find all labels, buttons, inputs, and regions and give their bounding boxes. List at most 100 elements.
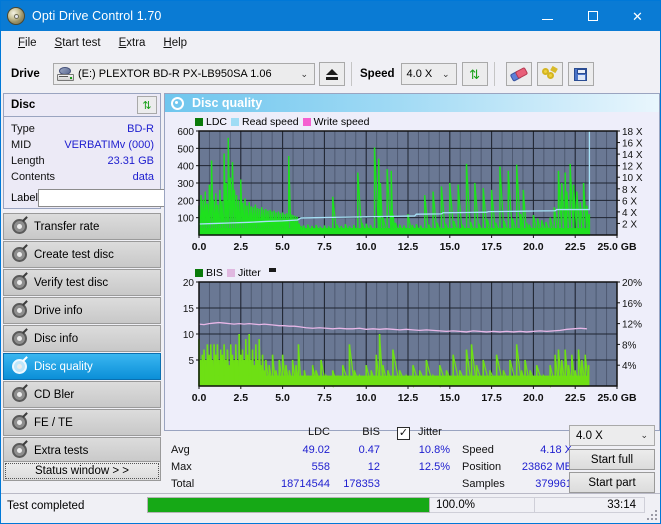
stats-bis-max: 12 bbox=[367, 461, 380, 473]
sidebar-item-label: Extra tests bbox=[34, 444, 89, 457]
legend-label-ldc: LDC bbox=[206, 115, 228, 128]
disc-contents-label: Contents bbox=[11, 171, 56, 183]
stats-samples-value: 379961 bbox=[535, 478, 572, 490]
disc-panel-title: Disc bbox=[11, 99, 36, 111]
sidebar-item-extra-tests[interactable]: Extra tests bbox=[3, 437, 161, 464]
save-button[interactable] bbox=[567, 62, 594, 86]
eject-button[interactable] bbox=[319, 62, 345, 86]
svg-text:20.0: 20.0 bbox=[523, 392, 544, 404]
svg-text:4%: 4% bbox=[622, 361, 637, 372]
disc-quality-ldc-chart: 100 200 300 400 500 600 2 X4 X6 X8 X10 X12 X14… bbox=[177, 127, 643, 253]
svg-text:18 X: 18 X bbox=[622, 127, 643, 138]
keys-button[interactable] bbox=[536, 62, 563, 86]
jitter-checkbox[interactable]: ✓ bbox=[397, 427, 410, 440]
test-speed-value: 4.0 X bbox=[576, 429, 603, 442]
window-controls: ✕ bbox=[525, 1, 660, 31]
legend-item-ldc: LDC bbox=[195, 116, 227, 128]
stats-row-avg: Avg bbox=[171, 444, 190, 456]
status-window-button[interactable]: Status window > > bbox=[3, 461, 161, 481]
svg-text:17.5: 17.5 bbox=[481, 241, 502, 253]
speed-select-value: 4.0 X bbox=[406, 68, 433, 80]
disc-label-label: Label bbox=[11, 191, 38, 204]
start-full-button[interactable]: Start full bbox=[569, 449, 655, 470]
speed-select[interactable]: 4.0 X ⌄ bbox=[400, 63, 457, 85]
sidebar-item-transfer-rate[interactable]: Transfer rate bbox=[3, 213, 161, 240]
svg-text:25.0 GB: 25.0 GB bbox=[597, 392, 637, 404]
resize-grip[interactable] bbox=[647, 510, 657, 520]
sidebar-item-cd-bler[interactable]: CD Bler bbox=[3, 381, 161, 408]
menu-extra[interactable]: Extra bbox=[110, 34, 155, 52]
disc-test-icon bbox=[12, 328, 28, 346]
title-bar: Opti Drive Control 1.70 ✕ bbox=[1, 1, 660, 31]
sidebar-item-drive-info[interactable]: Drive info bbox=[3, 297, 161, 324]
legend-item-write-speed: Write speed bbox=[302, 116, 370, 128]
progress-percent: 100.0% bbox=[430, 497, 535, 513]
svg-text:20: 20 bbox=[183, 278, 195, 289]
svg-text:10.0: 10.0 bbox=[356, 392, 377, 404]
test-speed-select[interactable]: 4.0 X ⌄ bbox=[569, 425, 655, 446]
erase-button[interactable] bbox=[505, 62, 532, 86]
disc-test-icon bbox=[12, 272, 28, 290]
stats-ldc-total: 18714544 bbox=[281, 478, 330, 490]
svg-text:7.5: 7.5 bbox=[317, 392, 332, 404]
menu-file[interactable]: File bbox=[9, 34, 46, 52]
disc-refresh-button[interactable]: ⇅ bbox=[137, 96, 157, 114]
drive-toolbar: Drive (E:) PLEXTOR BD-R PX-LB950SA 1.06 … bbox=[1, 55, 660, 93]
disc-mid-value: VERBATIMv (000) bbox=[64, 139, 154, 151]
drive-select-value: (E:) PLEXTOR BD-R PX-LB950SA 1.06 bbox=[78, 68, 272, 80]
close-icon[interactable]: ✕ bbox=[615, 1, 660, 31]
menu-start-test-rest: tart test bbox=[62, 37, 101, 49]
refresh-icon: ⇅ bbox=[142, 99, 152, 112]
sidebar-item-verify-test-disc[interactable]: Verify test disc bbox=[3, 269, 161, 296]
svg-text:17.5: 17.5 bbox=[481, 392, 502, 404]
legend-item-read-speed: Read speed bbox=[231, 116, 299, 128]
disc-length-value: 23.31 GB bbox=[107, 155, 154, 167]
sidebar-item-disc-info[interactable]: Disc info bbox=[3, 325, 161, 352]
menu-start-test[interactable]: Start test bbox=[46, 34, 110, 52]
drive-select[interactable]: (E:) PLEXTOR BD-R PX-LB950SA 1.06 ⌄ bbox=[53, 63, 315, 85]
legend-item-bis: BIS bbox=[195, 267, 223, 279]
start-part-button[interactable]: Start part bbox=[569, 472, 655, 493]
menu-help-rest: elp bbox=[171, 37, 188, 49]
window-title: Opti Drive Control 1.70 bbox=[32, 9, 162, 23]
stats-ldc-avg: 49.02 bbox=[302, 444, 330, 456]
svg-text:7.5: 7.5 bbox=[317, 241, 332, 253]
sidebar-nav: Transfer rate Create test disc Verify te… bbox=[3, 213, 161, 465]
stats-jitter-avg: 10.8% bbox=[418, 444, 450, 456]
sidebar-item-fe-te[interactable]: FE / TE bbox=[3, 409, 161, 436]
disc-quality-icon bbox=[171, 96, 184, 110]
svg-text:10.0: 10.0 bbox=[356, 241, 377, 253]
legend-label-jitter: Jitter bbox=[237, 266, 261, 279]
disc-test-icon bbox=[12, 412, 28, 430]
svg-text:20%: 20% bbox=[622, 278, 642, 289]
svg-text:12.5: 12.5 bbox=[398, 241, 419, 253]
disc-row-length: Length 23.31 GB bbox=[11, 153, 154, 169]
svg-text:2.5: 2.5 bbox=[233, 241, 248, 253]
menu-help[interactable]: Help bbox=[154, 34, 196, 52]
stats-row-total: Total bbox=[171, 478, 195, 490]
toolbar-divider-1 bbox=[351, 62, 352, 86]
svg-text:15.0: 15.0 bbox=[440, 241, 461, 253]
legend-label-read-speed: Read speed bbox=[242, 115, 299, 128]
svg-text:16%: 16% bbox=[622, 299, 642, 310]
svg-text:300: 300 bbox=[177, 179, 194, 190]
disc-test-icon bbox=[12, 216, 28, 234]
disc-row-type: Type BD-R bbox=[11, 121, 154, 137]
disc-quality-header: Disc quality bbox=[165, 94, 659, 112]
svg-text:0.0: 0.0 bbox=[192, 241, 207, 253]
stats-position-value: 23862 MB bbox=[521, 461, 572, 473]
maximize-button[interactable] bbox=[570, 1, 615, 31]
sidebar-item-label: Verify test disc bbox=[34, 276, 109, 289]
svg-text:15: 15 bbox=[183, 304, 195, 315]
svg-text:4 X: 4 X bbox=[622, 208, 637, 219]
refresh-button[interactable]: ⇅ bbox=[461, 62, 488, 86]
minimize-button[interactable] bbox=[525, 1, 570, 31]
disc-info-panel: Type BD-R MID VERBATIMv (000) Length 23.… bbox=[3, 117, 240, 209]
sidebar-item-label: CD Bler bbox=[34, 388, 75, 401]
svg-text:100: 100 bbox=[177, 214, 194, 225]
disc-contents-value: data bbox=[132, 171, 154, 183]
sidebar-item-disc-quality[interactable]: Disc quality bbox=[3, 353, 161, 380]
svg-text:2.5: 2.5 bbox=[233, 392, 248, 404]
svg-text:22.5: 22.5 bbox=[565, 392, 586, 404]
sidebar-item-create-test-disc[interactable]: Create test disc bbox=[3, 241, 161, 268]
